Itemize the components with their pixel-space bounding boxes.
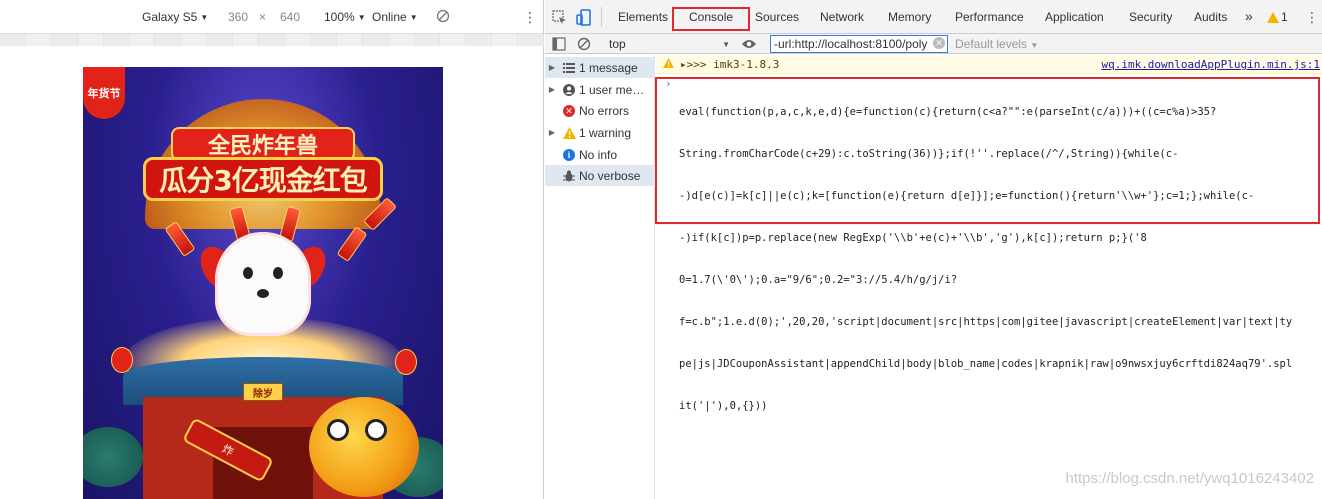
context-select[interactable]: top ▼ xyxy=(609,36,734,52)
dog-mascot xyxy=(215,232,311,336)
console-warning-row[interactable]: ▸>>> imk3-1.8.3 wq.imk.downloadAppPlugin… xyxy=(656,55,1322,74)
tab-audits[interactable]: Audits xyxy=(1194,10,1227,24)
sidebar-item-label: No info xyxy=(579,147,618,162)
lion-eye xyxy=(327,419,349,441)
temple-plaque: 除岁 xyxy=(243,383,283,401)
caret-down-icon: ▼ xyxy=(1030,41,1039,50)
expand-arrow-icon[interactable]: ▶ xyxy=(545,128,559,137)
network-select[interactable]: Online ▼ xyxy=(372,10,418,24)
device-emulation-pane: Galaxy S5 ▼ 360 × 640 100% ▼ Online ▼ ⋮ xyxy=(0,0,545,499)
firecracker-decoration xyxy=(336,226,368,262)
sidebar-item-verbose[interactable]: No verbose xyxy=(545,165,655,186)
dog-eye xyxy=(273,267,283,279)
banner-title: 全民炸年兽 xyxy=(171,127,355,161)
devtools-tabbar: Elements Console Sources Network Memory … xyxy=(545,0,1322,34)
tab-security[interactable]: Security xyxy=(1129,10,1172,24)
expand-arrow-icon[interactable]: ▶ xyxy=(545,63,559,72)
tab-performance[interactable]: Performance xyxy=(955,10,1024,24)
media-query-ruler xyxy=(0,34,545,46)
device-select[interactable]: Galaxy S5 ▼ xyxy=(142,10,208,24)
inspect-element-icon[interactable] xyxy=(551,9,567,25)
levels-label: Default levels xyxy=(955,37,1028,51)
bug-icon xyxy=(559,170,579,182)
divider xyxy=(601,7,602,27)
code-line: -)if(k[c])p=p.replace(new RegExp('\\b'+e… xyxy=(679,232,1147,244)
code-line: it('|'),0,{})) xyxy=(679,400,768,412)
clear-filter-icon[interactable]: ✕ xyxy=(933,37,945,49)
tab-memory[interactable]: Memory xyxy=(888,10,931,24)
console-sidebar: ▶ 1 message ▶ 1 user mes... ✕ No errors … xyxy=(545,55,655,499)
sidebar-item-label: No verbose xyxy=(579,168,641,183)
expand-arrow-icon[interactable]: ▶ xyxy=(545,85,559,94)
user-icon xyxy=(559,83,579,96)
console-toolbar: top ▼ -url:http://localhost:8100/poly ✕ … xyxy=(545,34,1322,54)
dog-nose xyxy=(257,289,269,298)
warning-message: ▸>>> imk3-1.8.3 xyxy=(680,57,780,71)
rotate-icon[interactable] xyxy=(436,9,450,23)
sidebar-item-user-messages[interactable]: ▶ 1 user mes... xyxy=(545,79,655,100)
caret-down-icon: ▼ xyxy=(200,12,209,22)
warning-icon xyxy=(559,126,579,139)
tab-sources[interactable]: Sources xyxy=(755,10,799,24)
code-line: f=c.b";1.e.d(0);',20,20,'script|document… xyxy=(679,316,1293,328)
width-input[interactable]: 360 xyxy=(228,10,248,24)
warning-icon xyxy=(663,57,674,71)
device-toolbar: Galaxy S5 ▼ 360 × 640 100% ▼ Online ▼ ⋮ xyxy=(0,0,543,34)
height-input[interactable]: 640 xyxy=(280,10,300,24)
dimension-times: × xyxy=(259,10,267,24)
zoom-select[interactable]: 100% ▼ xyxy=(324,10,366,24)
context-value: top xyxy=(609,37,626,51)
more-tabs-icon[interactable]: » xyxy=(1245,8,1253,24)
code-line: pe|js|JDCouponAssistant|appendChild|body… xyxy=(679,358,1293,370)
caret-down-icon: ▼ xyxy=(357,12,366,22)
console-filter-input[interactable]: -url:http://localhost:8100/poly xyxy=(770,35,948,53)
devtools-panel: Elements Console Sources Network Memory … xyxy=(545,0,1322,499)
dog-eye xyxy=(243,267,253,279)
caret-down-icon: ▼ xyxy=(409,12,418,22)
warning-source-link[interactable]: wq.imk.downloadAppPlugin.min.js:1 xyxy=(1101,58,1320,71)
caret-down-icon: ▼ xyxy=(722,39,730,49)
sidebar-item-label: 1 user mes... xyxy=(579,82,647,97)
tree-decoration xyxy=(83,427,143,487)
sidebar-toggle-icon[interactable] xyxy=(551,36,567,52)
list-icon xyxy=(559,62,579,73)
sidebar-item-label: 1 warning xyxy=(579,125,632,140)
sidebar-item-label: 1 message xyxy=(579,60,638,75)
network-value: Online xyxy=(372,10,407,24)
logo-badge[interactable]: 年货节 xyxy=(83,67,125,119)
tab-elements[interactable]: Elements xyxy=(618,10,668,24)
log-levels-select[interactable]: Default levels ▼ xyxy=(955,37,1038,51)
lion-mascot xyxy=(309,397,419,497)
more-options-icon[interactable]: ⋮ xyxy=(523,9,537,26)
sidebar-item-label: No errors xyxy=(579,103,630,118)
emulated-page[interactable]: 年货节 全民炸年兽 瓜分3亿现金红包 除岁 炸 xyxy=(83,67,443,499)
clear-console-icon[interactable] xyxy=(576,36,592,52)
info-icon: i xyxy=(559,148,579,161)
tab-application[interactable]: Application xyxy=(1045,10,1104,24)
sidebar-item-info[interactable]: i No info xyxy=(545,144,655,165)
console-tab-highlight xyxy=(672,7,750,31)
browser-window: Galaxy S5 ▼ 360 × 640 100% ▼ Online ▼ ⋮ xyxy=(0,0,1322,499)
code-line: 0=1.7(\'0\');0.a="9/6";0.2="3://5.4/h/g/… xyxy=(679,274,958,286)
devtools-menu-icon[interactable]: ⋮ xyxy=(1305,9,1319,26)
tab-network[interactable]: Network xyxy=(820,10,864,24)
code-highlight-box xyxy=(655,77,1320,224)
lantern-decoration xyxy=(111,347,133,373)
warning-count: 1 xyxy=(1281,10,1288,24)
sidebar-item-messages[interactable]: ▶ 1 message xyxy=(545,57,655,78)
zoom-value: 100% xyxy=(324,10,355,24)
device-name: Galaxy S5 xyxy=(142,10,198,24)
sidebar-item-errors[interactable]: ✕ No errors xyxy=(545,100,655,121)
warning-icon xyxy=(1267,11,1279,23)
warning-count-badge[interactable]: 1 xyxy=(1267,10,1288,24)
device-toolbar-toggle-icon[interactable] xyxy=(575,8,591,26)
banner-subtitle: 瓜分3亿现金红包 xyxy=(143,157,383,201)
lantern-decoration xyxy=(395,349,417,375)
error-icon: ✕ xyxy=(559,104,579,117)
watermark: https://blog.csdn.net/ywq1016243402 xyxy=(1065,470,1314,487)
sidebar-item-warnings[interactable]: ▶ 1 warning xyxy=(545,122,655,143)
lion-eye xyxy=(365,419,387,441)
live-expression-eye-icon[interactable] xyxy=(740,36,758,52)
